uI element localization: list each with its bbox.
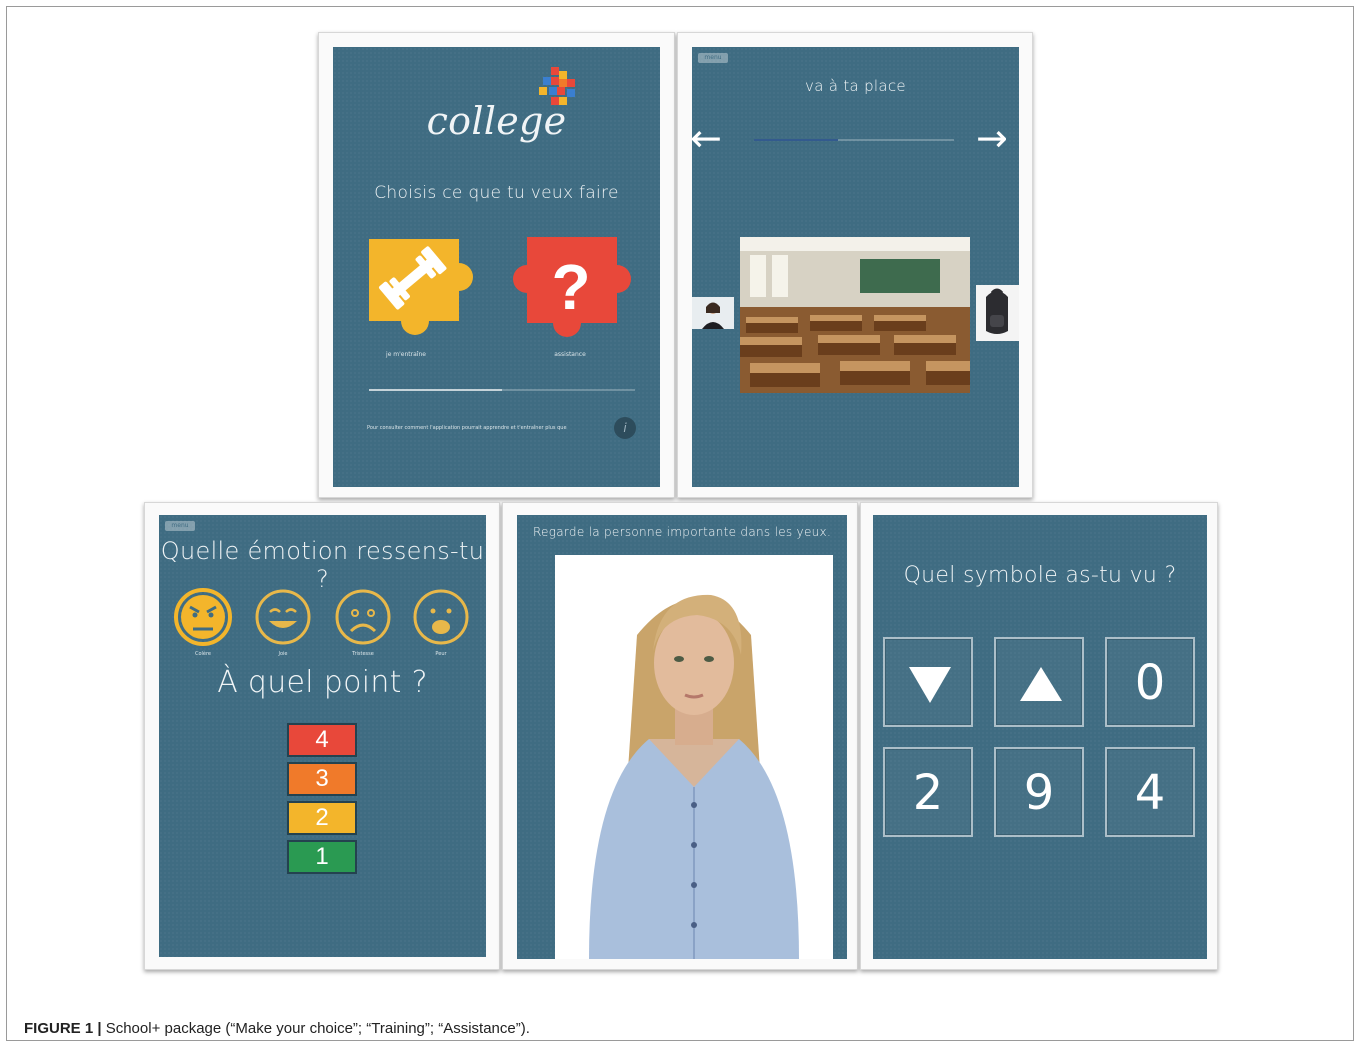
- level-1-button[interactable]: 1: [287, 840, 357, 874]
- symbol-tile[interactable]: 2: [883, 747, 973, 837]
- info-icon[interactable]: i: [614, 417, 636, 439]
- symbol-tile[interactable]: 4: [1105, 747, 1195, 837]
- progress-bar: [369, 389, 635, 391]
- symbol-question: Quel symbole as-tu vu ?: [903, 563, 1177, 588]
- woman-portrait-photo: [555, 555, 833, 959]
- screen-emotion: menu Quelle émotion ressens-tu ? Colère …: [159, 515, 486, 957]
- card-gaze: Regarde la personne importante dans les …: [502, 502, 858, 970]
- card-symbol: Quel symbole as-tu vu ? 0 2 9 4: [860, 502, 1218, 970]
- training-progress-track: [754, 139, 954, 141]
- training-title: va à ta place: [805, 77, 906, 95]
- symbol-tile[interactable]: 0: [1105, 637, 1195, 727]
- caption-text: School+ package (“Make your choice”; “Tr…: [101, 1020, 530, 1037]
- figure-caption: FIGURE 1 | School+ package (“Make your c…: [24, 1020, 530, 1037]
- up-triangle-icon: [1020, 667, 1062, 701]
- training-option-label: je m'entraîne: [386, 351, 426, 358]
- screen-symbol: Quel symbole as-tu vu ? 0 2 9 4: [873, 515, 1207, 959]
- symbol-tile-down-triangle[interactable]: [883, 637, 973, 727]
- person-thumbnail[interactable]: [692, 297, 734, 329]
- svg-text:?: ?: [551, 251, 590, 323]
- caption-label: FIGURE 1 |: [24, 1020, 102, 1037]
- card-emotion: menu Quelle émotion ressens-tu ? Colère …: [144, 502, 500, 970]
- level-2-button[interactable]: 2: [287, 801, 357, 835]
- angry-face-icon[interactable]: [173, 587, 233, 647]
- gaze-instruction: Regarde la personne importante dans les …: [532, 525, 832, 539]
- down-triangle-icon: [909, 667, 951, 703]
- classroom-photo[interactable]: [740, 237, 970, 393]
- footer-note: Pour consulter comment l'application pou…: [367, 425, 567, 431]
- assistance-option-label: assistance: [554, 351, 586, 358]
- intensity-question: À quel point ?: [217, 665, 428, 700]
- right-arrow-icon[interactable]: →: [976, 119, 1008, 157]
- scared-face-icon[interactable]: [411, 587, 471, 647]
- symbol-tile[interactable]: 9: [994, 747, 1084, 837]
- emotion-title: Quelle émotion ressens-tu ?: [160, 537, 485, 593]
- app-logo-text: college: [426, 99, 567, 143]
- symbol-tile-up-triangle[interactable]: [994, 637, 1084, 727]
- card-choice: college Choisis ce que tu veux faire je …: [318, 32, 675, 498]
- level-3-button[interactable]: 3: [287, 762, 357, 796]
- screen-gaze: Regarde la personne importante dans les …: [517, 515, 847, 959]
- menu-tag[interactable]: menu: [165, 521, 195, 531]
- emotion-label: Peur: [435, 651, 447, 657]
- emotion-label: Tristesse: [352, 651, 374, 657]
- sad-face-icon[interactable]: [333, 587, 393, 647]
- assistance-option-button[interactable]: ?: [501, 235, 637, 347]
- emotion-label: Colère: [194, 651, 212, 657]
- menu-tag[interactable]: menu: [698, 53, 728, 63]
- backpack-thumbnail[interactable]: [976, 285, 1019, 341]
- screen-training: menu va à ta place ← →: [692, 47, 1019, 487]
- emotion-label: Joie: [278, 651, 288, 657]
- happy-face-icon[interactable]: [253, 587, 313, 647]
- screen-choice: college Choisis ce que tu veux faire je …: [333, 47, 660, 487]
- question-mark-icon: ?: [551, 251, 590, 323]
- card-training: menu va à ta place ← →: [677, 32, 1033, 498]
- training-option-button[interactable]: [367, 237, 487, 347]
- left-arrow-icon[interactable]: ←: [692, 119, 722, 157]
- level-4-button[interactable]: 4: [287, 723, 357, 757]
- choice-prompt: Choisis ce que tu veux faire: [374, 183, 619, 203]
